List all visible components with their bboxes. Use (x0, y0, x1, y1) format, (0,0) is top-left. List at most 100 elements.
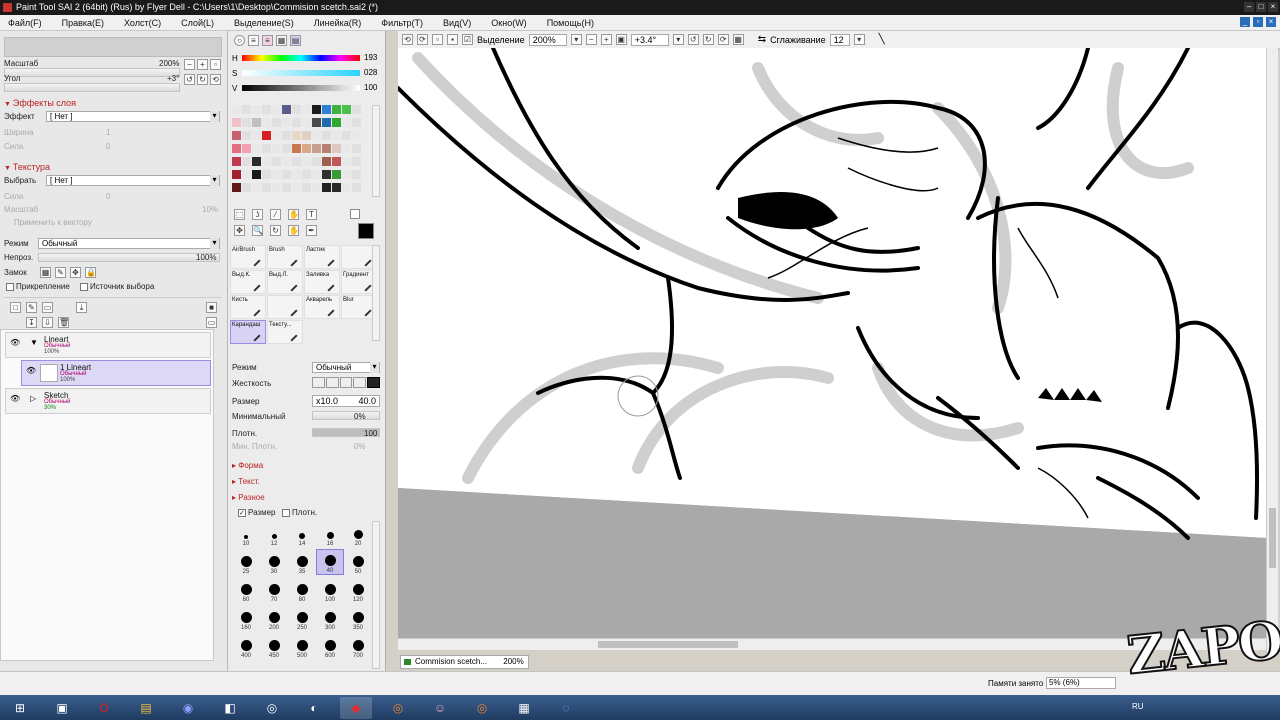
hardness-option[interactable] (325, 377, 339, 388)
language-indicator[interactable]: RU (1132, 702, 1144, 711)
brush-size-option[interactable]: 30 (260, 549, 288, 575)
swatch[interactable] (342, 157, 351, 166)
swatch[interactable] (262, 183, 271, 192)
brush-size-option[interactable]: 16 (316, 521, 344, 547)
swatch[interactable] (352, 131, 361, 140)
tool-fill[interactable]: Заливка (304, 270, 340, 294)
brush-size-option[interactable]: 400 (232, 633, 260, 659)
brush-size-option[interactable]: 12 (260, 521, 288, 547)
swatch[interactable] (242, 144, 251, 153)
zoom-in-icon[interactable]: + (197, 59, 208, 70)
swatch[interactable] (302, 144, 311, 153)
swatch[interactable] (292, 183, 301, 192)
swatch[interactable] (312, 105, 321, 114)
swatch[interactable] (332, 131, 341, 140)
angle-dropdown-icon[interactable]: ▾ (672, 34, 684, 45)
rotate-tool-icon[interactable]: ↻ (270, 225, 281, 236)
value-slider[interactable] (242, 85, 360, 91)
swatch[interactable] (312, 170, 321, 179)
swatch[interactable] (322, 105, 331, 114)
swatch[interactable] (242, 105, 251, 114)
terminal-icon[interactable]: ▦ (508, 697, 540, 719)
brush-size-option[interactable]: 350 (344, 605, 372, 631)
swatch[interactable] (292, 118, 301, 127)
menu-help[interactable]: Помощь(H) (547, 18, 594, 28)
swatch[interactable] (232, 157, 241, 166)
swatch[interactable] (352, 118, 361, 127)
selection-visibility-icon[interactable]: ☑ (462, 34, 473, 45)
swatch[interactable] (292, 157, 301, 166)
brush-mode-select[interactable]: Обычный (312, 362, 380, 373)
rgb-slider-tab-icon[interactable]: ≡ (248, 35, 259, 46)
tool-empty-2[interactable] (267, 295, 303, 319)
tool-watercolor[interactable]: Акварель (304, 295, 340, 319)
transfer-layer-icon[interactable]: ⇩ (42, 317, 53, 328)
text-tool-icon[interactable]: T (306, 209, 317, 220)
brush-size-option[interactable]: 450 (260, 633, 288, 659)
swatch[interactable] (232, 144, 241, 153)
swatch[interactable] (272, 183, 281, 192)
swatch[interactable] (312, 157, 321, 166)
blender-icon-2[interactable]: ◎ (466, 697, 498, 719)
tool-airbrush[interactable]: AirBrush (230, 245, 266, 269)
brush-size-option[interactable]: 10 (232, 521, 260, 547)
menu-filter[interactable]: Фильтр(T) (381, 18, 423, 28)
maximize-button[interactable]: □ (1256, 2, 1266, 12)
hardness-option[interactable] (312, 377, 325, 388)
menu-file[interactable]: Файл(F) (8, 18, 42, 28)
rotate-left-icon[interactable]: ↺ (184, 74, 195, 85)
tool-eraser[interactable]: Ластик (304, 245, 340, 269)
rotate-reset-icon[interactable]: ⟲ (210, 74, 221, 85)
zoom-tool-icon[interactable]: 🔍 (252, 225, 263, 236)
apply-vector-checkbox[interactable]: Применить к вектору (14, 218, 92, 227)
swatch[interactable] (272, 131, 281, 140)
swatch[interactable] (252, 118, 261, 127)
density-pressure-checkbox[interactable]: Плотн. (282, 508, 317, 517)
swatch[interactable] (322, 131, 331, 140)
source-checkbox[interactable]: Источник выбора (80, 282, 154, 291)
swatch[interactable] (282, 105, 291, 114)
swatch[interactable] (252, 131, 261, 140)
swatch[interactable] (272, 144, 281, 153)
navigator-preview[interactable] (4, 37, 222, 57)
swatch[interactable] (302, 105, 311, 114)
swatch[interactable] (342, 131, 351, 140)
swatch[interactable] (252, 157, 261, 166)
brush-size-option[interactable]: 160 (232, 605, 260, 631)
swatch[interactable] (352, 183, 361, 192)
menu-ruler[interactable]: Линейка(R) (314, 18, 362, 28)
swatch[interactable] (282, 144, 291, 153)
brush-size-option[interactable]: 300 (316, 605, 344, 631)
brush-size-option[interactable]: 600 (316, 633, 344, 659)
steam-icon[interactable]: ◎ (256, 697, 288, 719)
layer-item-sketch[interactable]: 👁 ▷ Sketch Обычный 30% (5, 388, 211, 414)
swatch[interactable] (242, 118, 251, 127)
brush-size-option[interactable]: 500 (288, 633, 316, 659)
folder-collapsed-icon[interactable]: ▷ (30, 394, 36, 403)
layer-mode-select[interactable]: Обычный (38, 238, 220, 249)
menu-edit[interactable]: Правка(E) (62, 18, 104, 28)
brush-size-option[interactable]: 200 (260, 605, 288, 631)
taskbar-app-icon[interactable]: ☺ (424, 697, 456, 719)
swatch[interactable] (332, 105, 341, 114)
swatch[interactable] (322, 170, 331, 179)
swatch[interactable] (282, 170, 291, 179)
taskbar-app-icon[interactable]: ▣ (46, 697, 78, 719)
swatch[interactable] (282, 131, 291, 140)
vertical-scroll-thumb[interactable] (1269, 508, 1276, 568)
swatch[interactable] (242, 183, 251, 192)
visibility-eye-icon[interactable]: 👁 (10, 395, 20, 403)
layer-item-lineart[interactable]: 👁 ▼ Lineart Обычный 100% (5, 332, 211, 358)
swatch[interactable] (332, 144, 341, 153)
swatch[interactable] (292, 105, 301, 114)
brush-grid-scrollbar[interactable] (372, 521, 380, 669)
swatch[interactable] (262, 144, 271, 153)
swatch[interactable] (322, 183, 331, 192)
swatch[interactable] (232, 105, 241, 114)
zoom-reset-icon[interactable]: ▫ (210, 59, 221, 70)
tool-pencil[interactable]: Карандаш (230, 320, 266, 344)
hand-tool-icon[interactable]: ✋ (288, 225, 299, 236)
menu-layer[interactable]: Слой(L) (181, 18, 214, 28)
swatch[interactable] (302, 183, 311, 192)
hue-slider[interactable] (242, 55, 360, 61)
